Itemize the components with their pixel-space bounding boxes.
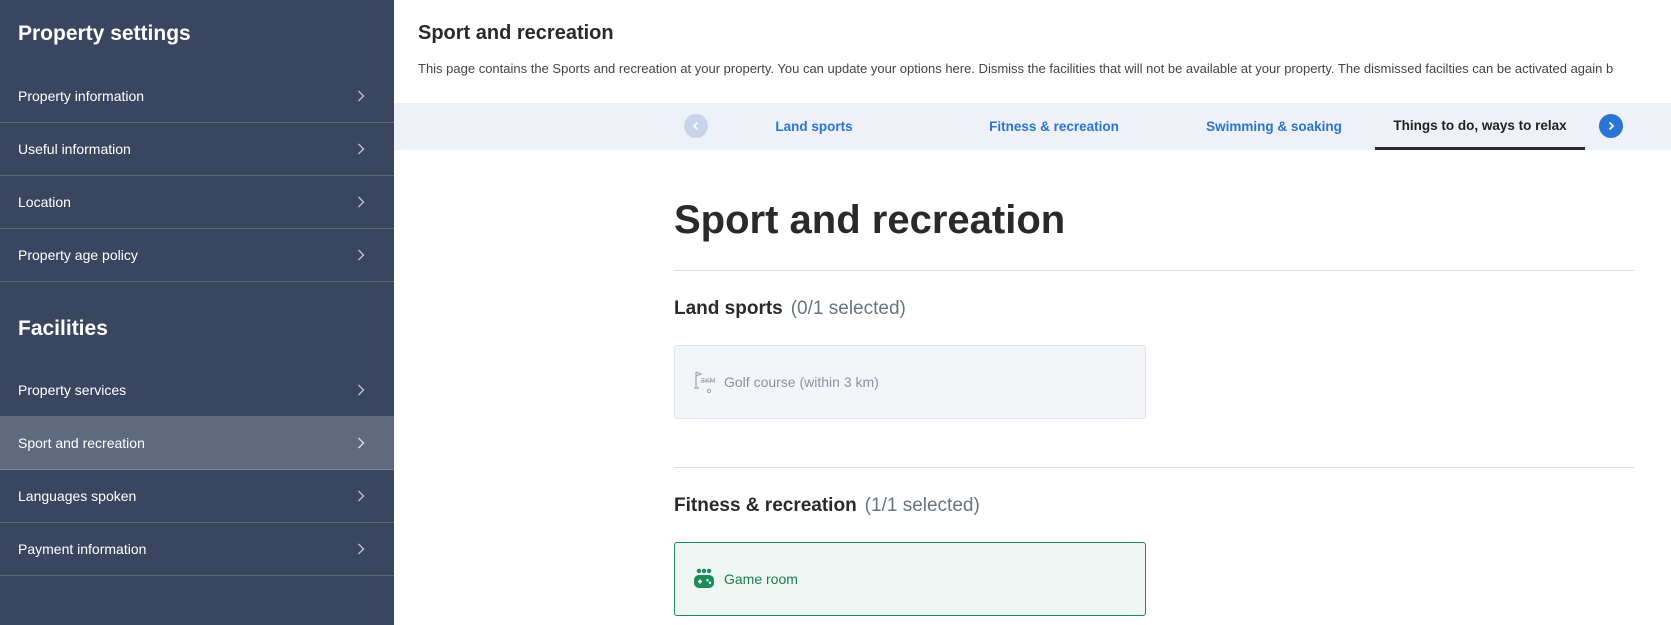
tab-swimming-soaking[interactable]: Swimming & soaking xyxy=(1194,103,1354,150)
sidebar-item-property-age-policy[interactable]: Property age policy xyxy=(0,229,394,282)
sidebar-item-languages-spoken[interactable]: Languages spoken xyxy=(0,470,394,523)
facility-card-game-room[interactable]: Game room xyxy=(674,542,1146,616)
category-tab-bar: Land sports Fitness & recreation Swimmin… xyxy=(394,103,1671,150)
section-title-text: Land sports xyxy=(674,298,783,319)
main-panel: Sport and recreation This page contains … xyxy=(394,0,1671,625)
facility-label: Golf course (within 3 km) xyxy=(724,374,879,390)
chevron-right-icon xyxy=(354,89,368,103)
sidebar-item-payment-information[interactable]: Payment information xyxy=(0,523,394,576)
section-selected-count: (0/1 selected) xyxy=(790,298,906,319)
facility-card-golf-course[interactable]: 3KM Golf course (within 3 km) xyxy=(674,345,1146,419)
sidebar-item-label: Property information xyxy=(18,88,145,104)
golf-course-icon: 3KM xyxy=(692,370,716,394)
tab-land-sports[interactable]: Land sports xyxy=(754,103,874,150)
chevron-right-icon xyxy=(354,142,368,156)
chevron-right-icon xyxy=(354,383,368,397)
tab-scroll-right-button[interactable] xyxy=(1599,114,1623,138)
tab-fitness-recreation[interactable]: Fitness & recreation xyxy=(974,103,1134,150)
sidebar-item-location[interactable]: Location xyxy=(0,176,394,229)
sidebar-item-label: Useful information xyxy=(18,141,131,157)
sidebar-list-facilities: Property services Sport and recreation L… xyxy=(0,364,394,576)
sidebar-heading-facilities: Facilities xyxy=(18,317,108,340)
sidebar-item-property-services[interactable]: Property services xyxy=(0,364,394,417)
divider xyxy=(674,270,1634,271)
chevron-right-icon xyxy=(1608,121,1615,131)
sidebar-item-property-information[interactable]: Property information xyxy=(0,70,394,123)
section-title-land-sports: Land sports (0/1 selected) xyxy=(674,298,906,320)
sidebar-item-label: Languages spoken xyxy=(18,488,137,504)
sidebar-item-label: Payment information xyxy=(18,541,147,557)
chevron-right-icon xyxy=(354,195,368,209)
game-controller-icon xyxy=(692,567,716,591)
sidebar-item-label: Sport and recreation xyxy=(18,435,145,451)
chevron-right-icon xyxy=(354,436,368,450)
sidebar-heading-property-settings: Property settings xyxy=(18,22,191,45)
section-title-fitness-recreation: Fitness & recreation (1/1 selected) xyxy=(674,495,980,517)
sidebar-list-property-settings: Property information Useful information … xyxy=(0,70,394,282)
section-title-text: Fitness & recreation xyxy=(674,495,857,516)
chevron-right-icon xyxy=(354,489,368,503)
content-title: Sport and recreation xyxy=(674,198,1066,242)
tab-things-to-do[interactable]: Things to do, ways to relax xyxy=(1375,103,1585,150)
sidebar: Property settings Property information U… xyxy=(0,0,394,625)
sidebar-item-label: Location xyxy=(18,194,71,210)
chevron-right-icon xyxy=(354,542,368,556)
sidebar-item-useful-information[interactable]: Useful information xyxy=(0,123,394,176)
sidebar-item-label: Property services xyxy=(18,382,127,398)
page-description: This page contains the Sports and recrea… xyxy=(418,61,1614,76)
page-title: Sport and recreation xyxy=(418,22,614,44)
tab-scroll-left-button[interactable] xyxy=(684,114,708,138)
facility-label: Game room xyxy=(724,571,798,587)
divider xyxy=(674,467,1634,468)
chevron-left-icon xyxy=(692,121,699,131)
chevron-right-icon xyxy=(354,248,368,262)
section-selected-count: (1/1 selected) xyxy=(864,495,980,516)
sidebar-item-label: Property age policy xyxy=(18,247,138,263)
sidebar-item-sport-and-recreation[interactable]: Sport and recreation xyxy=(0,417,394,470)
